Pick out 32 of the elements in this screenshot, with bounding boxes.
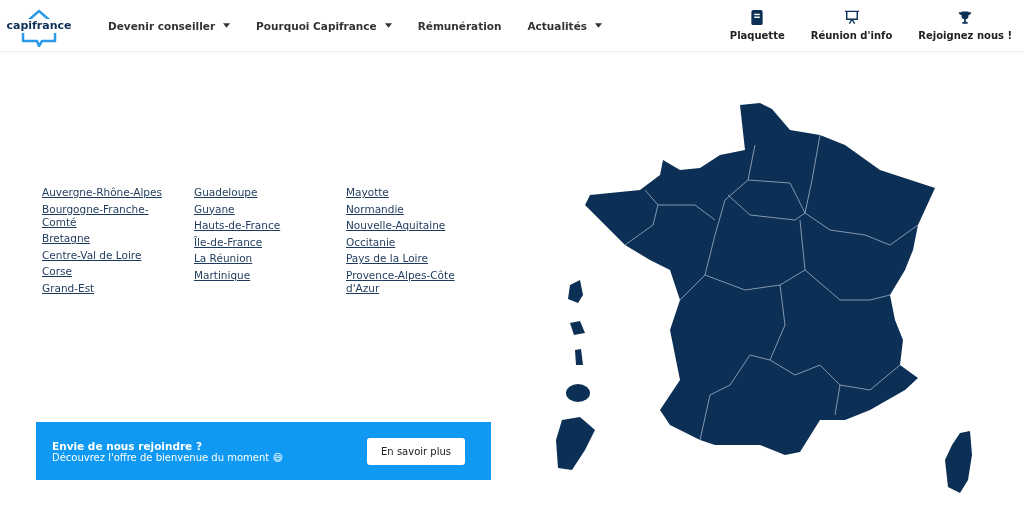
presentation-board-icon xyxy=(844,10,859,25)
region-link[interactable]: Bourgogne-Franche-Comté xyxy=(42,202,182,229)
region-link[interactable]: Guadeloupe xyxy=(194,186,334,199)
header-action-link[interactable]: Rejoignez nous ! xyxy=(918,10,1012,41)
nav-link[interactable]: Devenir conseiller xyxy=(108,19,231,32)
region-link[interactable]: Nouvelle-Aquitaine xyxy=(346,219,486,232)
region-link[interactable]: Bretagne xyxy=(42,232,182,245)
region-link[interactable]: Centre-Val de Loire xyxy=(42,248,182,262)
nav-link[interactable]: Pourquoi Capifrance xyxy=(256,19,392,32)
region-link[interactable]: Auvergne-Rhône-Alpes xyxy=(42,186,182,199)
region-link[interactable]: Corse xyxy=(42,265,182,278)
trophy-icon xyxy=(958,10,973,25)
region-link[interactable]: Provence-Alpes-Côte d'Azur xyxy=(346,268,486,295)
region-link[interactable]: Mayotte xyxy=(346,186,486,199)
region-link[interactable]: Pays de la Loire xyxy=(346,252,486,265)
nav-link[interactable]: Rémunération xyxy=(417,19,502,32)
region-link[interactable]: Grand-Est xyxy=(42,281,182,295)
region-link[interactable]: Normandie xyxy=(346,202,486,216)
region-link[interactable]: Hauts-de-France xyxy=(194,219,334,232)
region-link[interactable]: La Réunion xyxy=(194,252,334,265)
region-link[interactable]: Île-de-France xyxy=(194,235,334,249)
nav-link[interactable]: Actualités xyxy=(527,19,602,32)
header-action-link[interactable]: Réunion d'info xyxy=(810,10,893,41)
region-link[interactable]: Guyane xyxy=(194,202,334,216)
header-action-link[interactable]: Plaquette xyxy=(729,10,785,41)
learn-more-button[interactable]: En savoir plus xyxy=(367,437,465,465)
book-icon xyxy=(750,10,765,25)
region-link[interactable]: Martinique xyxy=(194,268,334,282)
banner-text: Découvrez l'offre de bienvenue du moment 😄 xyxy=(52,451,283,463)
logo[interactable]: capifrance xyxy=(4,5,74,46)
region-link[interactable]: Occitanie xyxy=(346,235,486,249)
banner-title: Envie de nous rejoindre ? xyxy=(52,439,203,452)
